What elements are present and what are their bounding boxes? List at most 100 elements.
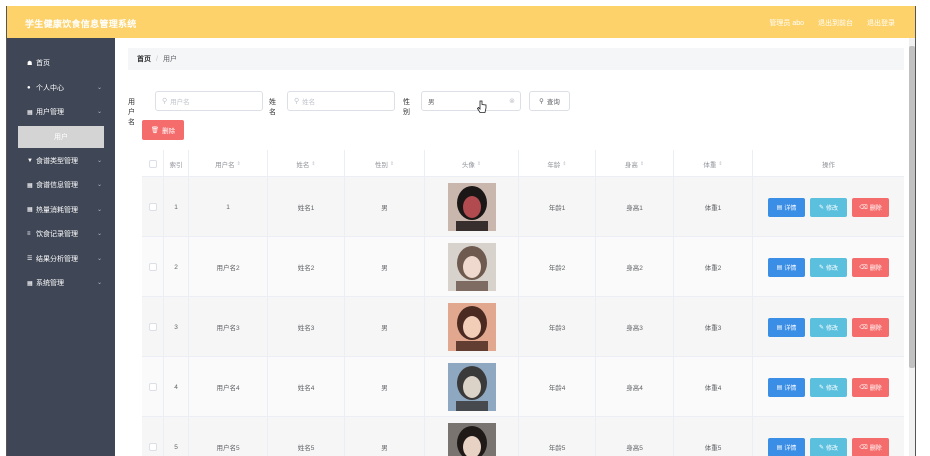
detail-button[interactable]: ▤ 详情 [768, 437, 805, 456]
edit-button[interactable]: ✎ 修改 [810, 437, 847, 456]
front-link[interactable]: 退出到前台 [818, 18, 853, 28]
sidebar-item-calories[interactable]: ▦ 热量消耗管理 ⌄ [7, 198, 115, 223]
gender-select[interactable]: 男 ⊗ [421, 91, 521, 111]
table-cell: 身高1 [596, 177, 674, 237]
table-cell: ▤ 详情 ✎ 修改 ⌫ 删除 [753, 297, 904, 357]
cell-name: 姓名1 [297, 205, 315, 212]
name-label: 姓名 [269, 99, 276, 116]
trash-icon: ⌫ [859, 324, 868, 331]
edit-icon: ✎ [818, 264, 824, 271]
query-button[interactable]: ⚲ 查询 [529, 91, 570, 111]
edit-button[interactable]: ✎ 修改 [810, 197, 847, 217]
table-row: 1 1 姓名1 男 年龄1 身高1 体重1 ▤ 详情 ✎ 修改 ⌫ 删除 [142, 177, 904, 237]
delete-button[interactable]: ⌫ 删除 [852, 197, 889, 217]
row-checkbox[interactable] [148, 443, 157, 451]
table-row: 5 用户名5 姓名5 男 年龄5 身高5 体重5 ▤ 详情 ✎ 修改 ⌫ 删除 [142, 417, 904, 456]
chevron-down-icon: ⌄ [96, 255, 102, 262]
cell-gender: 男 [381, 385, 388, 392]
table-cell: 年龄2 [519, 237, 596, 297]
cell-name: 姓名4 [297, 385, 315, 392]
chevron-down-icon: ⌄ [96, 109, 102, 115]
sidebar-subitem-users[interactable]: 用户 [18, 125, 104, 148]
header-weight[interactable]: 体重 ⇕ [674, 150, 753, 177]
sort-icon: ⇕ [476, 160, 482, 167]
sidebar-item-recipe-info[interactable]: ▦ 食谱信息管理 ⌄ [7, 173, 115, 198]
header-height[interactable]: 身高 ⇕ [596, 150, 674, 177]
cell-height: 身高4 [626, 385, 643, 392]
cell-gender: 男 [381, 205, 388, 212]
edit-button[interactable]: ✎ 修改 [810, 377, 847, 397]
cell-index: 3 [174, 323, 178, 331]
sidebar-item-users[interactable]: ▦ 用户管理 ⌄ [7, 100, 115, 125]
table-cell: 男 [345, 297, 425, 357]
row-actions: ▤ 详情 ✎ 修改 ⌫ 删除 [768, 257, 889, 277]
select-all-checkbox[interactable] [148, 159, 157, 168]
document-icon: ▤ [776, 444, 783, 451]
delete-button[interactable]: ⌫ 删除 [852, 437, 889, 456]
cell-weight: 体重3 [704, 325, 722, 332]
cell-weight: 体重4 [704, 385, 722, 392]
home-icon: ☗ [27, 60, 33, 67]
sidebar-item-analysis[interactable]: ☰ 结果分析管理 ⌄ [7, 247, 115, 272]
delete-button[interactable]: ⌫ 删除 [852, 377, 889, 397]
table-row: 4 用户名4 姓名4 男 年龄4 身高4 体重4 ▤ 详情 ✎ 修改 ⌫ 删除 [142, 357, 904, 417]
main-content: 首页 / 用户 用户名 ⚲ 用户名 姓名 ⚲ 姓名 性别 男 ⊗ ⚲ 查询 🗑 … [115, 38, 915, 456]
sidebar-item-home[interactable]: ☗ 首页 [7, 51, 115, 76]
edit-button[interactable]: ✎ 修改 [810, 257, 847, 277]
row-checkbox[interactable] [148, 263, 157, 271]
search-icon: ⚲ [539, 98, 544, 105]
row-actions: ▤ 详情 ✎ 修改 ⌫ 删除 [768, 197, 889, 217]
edit-icon: ✎ [818, 324, 824, 331]
table-cell [142, 237, 164, 297]
table-cell: 年龄5 [519, 417, 596, 456]
table-cell: ▤ 详情 ✎ 修改 ⌫ 删除 [753, 177, 904, 237]
header-name[interactable]: 姓名 ⇕ [268, 150, 345, 177]
avatar [447, 303, 496, 351]
detail-button[interactable]: ▤ 详情 [768, 197, 805, 217]
table-cell: 体重5 [674, 417, 753, 456]
detail-button[interactable]: ▤ 详情 [768, 257, 805, 277]
table-body: 1 1 姓名1 男 年龄1 身高1 体重1 ▤ 详情 ✎ 修改 ⌫ 删除 2 用户名2 姓名2 男 [142, 177, 904, 456]
admin-label[interactable]: 管理员 abo [769, 18, 804, 28]
row-checkbox[interactable] [148, 383, 157, 391]
header-age[interactable]: 年龄 ⇕ [519, 150, 596, 177]
edit-icon: ✎ [818, 444, 824, 451]
cell-height: 身高2 [626, 265, 643, 272]
username-input[interactable]: ⚲ 用户名 [155, 91, 263, 111]
chevron-down-icon: ⌄ [96, 182, 102, 188]
header-gender[interactable]: 性别 ⇕ [345, 150, 425, 177]
row-checkbox[interactable] [148, 323, 157, 331]
logout-link[interactable]: 退出登录 [867, 18, 895, 28]
name-input[interactable]: ⚲ 姓名 [287, 91, 395, 111]
detail-button[interactable]: ▤ 详情 [768, 317, 805, 337]
batch-delete-button[interactable]: 🗑 删除 [142, 120, 184, 140]
table-cell: 4 [164, 357, 189, 417]
sidebar-item-profile[interactable]: ● 个人中心 ⌄ [7, 76, 115, 101]
header-username[interactable]: 用户名 ⇕ [189, 150, 268, 177]
delete-button[interactable]: ⌫ 删除 [852, 317, 889, 337]
cell-index: 2 [174, 263, 178, 271]
sidebar-item-label: 食谱类型管理 [36, 157, 78, 165]
clear-icon[interactable]: ⊗ [509, 97, 515, 105]
breadcrumb-home[interactable]: 首页 [137, 54, 151, 64]
table-cell [425, 237, 519, 297]
table-cell: 用户名2 [189, 237, 268, 297]
table-cell: 男 [345, 357, 425, 417]
sort-icon: ⇕ [389, 160, 395, 167]
detail-button[interactable]: ▤ 详情 [768, 377, 805, 397]
edit-button[interactable]: ✎ 修改 [810, 317, 847, 337]
table-header: 索引 用户名 ⇕ 姓名 ⇕ 性别 ⇕ 头像 ⇕ 年龄 ⇕ 身高 ⇕ 体重 ⇕ 操作 [142, 150, 904, 177]
document-icon: ▤ [776, 204, 783, 211]
trash-icon: ⌫ [859, 264, 868, 271]
sidebar-item-system[interactable]: ▦ 系统管理 ⌄ [7, 271, 115, 296]
breadcrumb: 首页 / 用户 [128, 48, 904, 70]
sidebar-item-recipe-type[interactable]: ▼ 食谱类型管理 ⌄ [7, 149, 115, 174]
cell-name: 姓名2 [297, 265, 315, 272]
chevron-down-icon: ⌄ [96, 157, 102, 164]
edit-icon: ✎ [818, 204, 824, 211]
sidebar-item-diet-record[interactable]: ≡ 饮食记录管理 ⌄ [7, 222, 115, 247]
scrollbar-thumb[interactable] [909, 46, 915, 368]
row-checkbox[interactable] [148, 203, 157, 211]
header-avatar[interactable]: 头像 ⇕ [425, 150, 519, 177]
delete-button[interactable]: ⌫ 删除 [852, 257, 889, 277]
